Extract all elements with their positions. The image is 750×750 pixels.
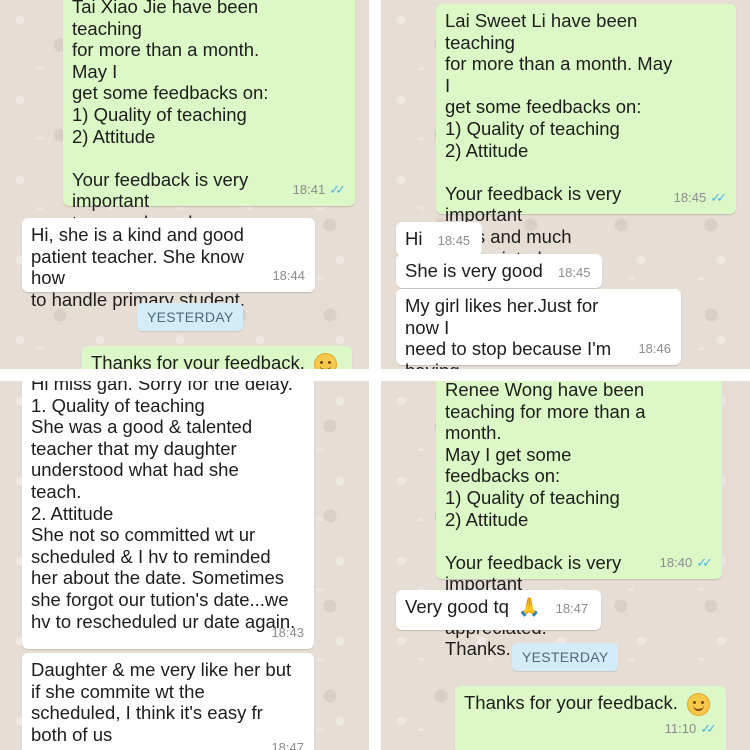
message-text: Hi miss gan. Sorry for the delay. 1. Qua… [31, 381, 296, 632]
message-time: 18:45 [557, 265, 591, 280]
read-receipt-icon: ✓✓ [710, 190, 727, 206]
incoming-message[interactable]: Hi miss gan. Sorry for the delay. 1. Qua… [22, 381, 314, 649]
message-text: Thanks for your feedback. [91, 352, 305, 369]
message-time: 18:40 [659, 555, 693, 571]
message-text: Hi, she is a kind and good patient teach… [31, 224, 245, 310]
message-text: Very good tq [405, 596, 509, 617]
message-meta: 18:46 [638, 338, 671, 360]
message-time: 18:47 [555, 601, 589, 616]
message-meta: 18:41 ✓✓ [292, 179, 346, 201]
message-text: She is very good [405, 260, 543, 281]
message-meta: 18:40 ✓✓ [659, 552, 713, 574]
incoming-message[interactable]: Daughter & me very like her but if she c… [22, 653, 314, 750]
collage: Tai Xiao Jie have been teaching for more… [0, 0, 750, 750]
date-separator: YESTERDAY [512, 643, 619, 671]
message-time: 18:46 [638, 341, 671, 357]
message-time: 18:45 [437, 233, 471, 248]
message-text: Daughter & me very like her but if she c… [31, 659, 292, 745]
message-time: 11:10 [664, 721, 697, 737]
smiling-face-icon [687, 692, 711, 716]
message-text: Hi [405, 228, 423, 249]
chat-panel-lai-sweet-li[interactable]: Lai Sweet Li have been teaching for more… [381, 0, 750, 369]
chat-panel-renee-wong[interactable]: Renee Wong have been teaching for more t… [381, 381, 750, 750]
message-time: 18:47 [271, 740, 304, 750]
incoming-message[interactable]: Hi 18:45 [396, 222, 482, 256]
chat-panel-feedback-reply[interactable]: Hi miss gan. Sorry for the delay. 1. Qua… [0, 381, 369, 750]
read-receipt-icon: ✓✓ [329, 182, 346, 198]
incoming-message[interactable]: Very good tq 🙏 18:47 [396, 590, 601, 630]
chat-panel-tai-xiao-jie[interactable]: Tai Xiao Jie have been teaching for more… [0, 0, 369, 369]
incoming-message[interactable]: Hi, she is a kind and good patient teach… [22, 218, 315, 310]
message-meta: 18:47 [271, 737, 304, 750]
incoming-message[interactable]: She is very good 18:45 [396, 254, 602, 288]
read-receipt-icon: ✓✓ [700, 721, 717, 737]
outgoing-message[interactable]: Lai Sweet Li have been teaching for more… [436, 4, 736, 290]
message-text: Thanks for your feedback. [464, 692, 678, 713]
message-time: 18:45 [673, 190, 707, 206]
outgoing-message[interactable]: Tai Xiao Jie have been teaching for more… [63, 0, 355, 276]
message-meta: 18:45 ✓✓ [673, 187, 727, 209]
outgoing-message[interactable]: Thanks for your feedback. 11:10 ✓✓ [455, 686, 726, 750]
folded-hands-icon: 🙏 [518, 597, 541, 617]
message-meta: 18:45 [558, 262, 591, 284]
message-meta: 11:10 ✓✓ [664, 718, 717, 740]
message-text: My girl likes her.Just for now I need to… [405, 295, 612, 369]
message-meta: 18:47 [556, 598, 589, 620]
message-time: 18:44 [272, 268, 305, 284]
incoming-message[interactable]: My girl likes her.Just for now I need to… [396, 289, 681, 369]
message-meta: 18:44 [272, 265, 305, 287]
outgoing-message[interactable]: Renee Wong have been teaching for more t… [436, 381, 722, 659]
date-separator: YESTERDAY [137, 303, 244, 331]
smiling-face-icon [314, 352, 338, 369]
message-time: 18:43 [271, 625, 304, 641]
message-meta: 18:43 [271, 622, 304, 644]
read-receipt-icon: ✓✓ [696, 555, 713, 571]
message-time: 18:41 [292, 182, 326, 198]
outgoing-message[interactable]: Thanks for your feedback. [82, 346, 352, 369]
message-meta: 18:45 [438, 230, 471, 252]
